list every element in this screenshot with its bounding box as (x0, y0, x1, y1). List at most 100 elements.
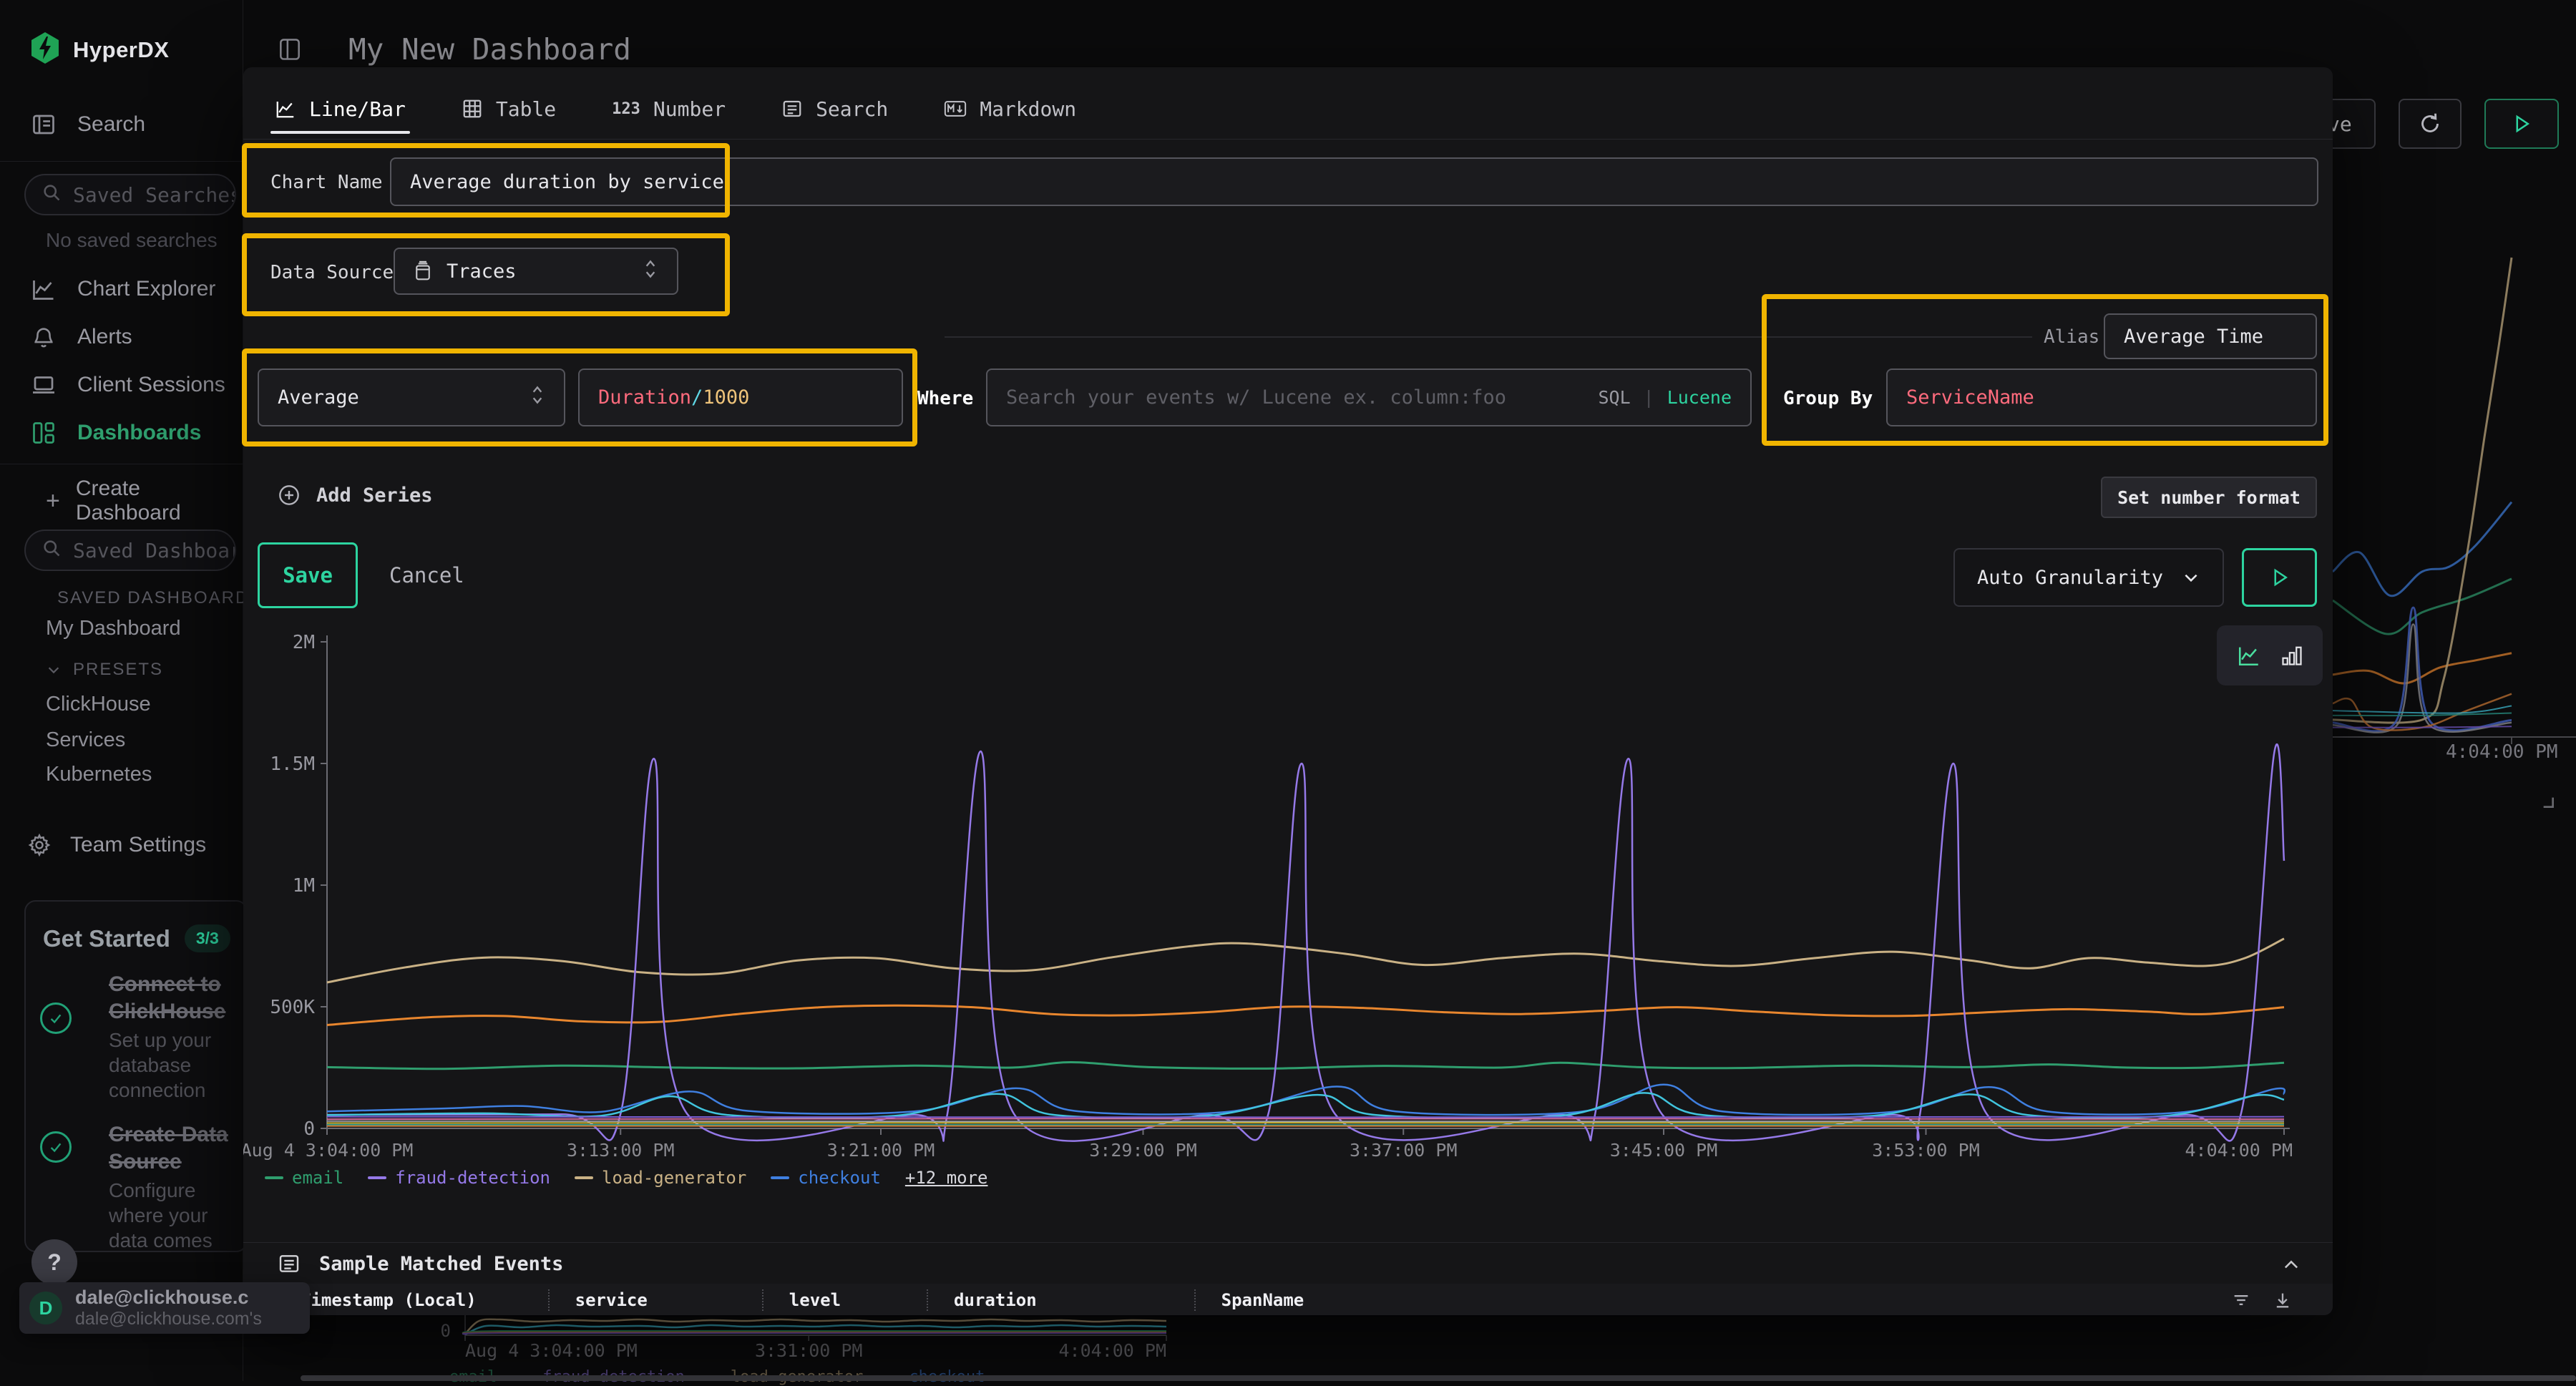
refresh-icon (2417, 111, 2443, 137)
add-series-label: Add Series (316, 484, 433, 507)
save-button[interactable]: Save (258, 542, 358, 608)
svg-text:3:13:00 PM: 3:13:00 PM (567, 1140, 675, 1161)
svg-text:1.5M: 1.5M (270, 753, 315, 775)
events-table-header: Timestamp (Local) service level duration… (243, 1284, 2333, 1315)
sidebar-item-search[interactable]: Search (30, 111, 145, 138)
column-header-spanname[interactable]: SpanName (1194, 1289, 1347, 1311)
chart-name-value: Average duration by service (410, 171, 724, 193)
user-menu[interactable]: D dale@clickhouse.c dale@clickhouse.com'… (19, 1282, 310, 1334)
gear-icon (26, 831, 53, 859)
saved-dashboards-input[interactable]: Saved Dashboards (24, 529, 236, 571)
legend-label: load-generator (602, 1168, 746, 1188)
sidebar-collapse-icon[interactable] (276, 36, 303, 67)
preview-run-button[interactable] (2242, 548, 2317, 607)
background-right-chart (2333, 243, 2576, 773)
chart-explorer-icon (30, 275, 57, 303)
set-number-format-button[interactable]: Set number format (2101, 477, 2317, 518)
field-expression-input[interactable]: Duration/1000 (578, 369, 903, 426)
no-saved-searches-note: No saved searches (46, 229, 218, 252)
add-series-button[interactable]: Add Series (278, 484, 433, 507)
group-by-input[interactable]: ServiceName (1886, 369, 2317, 426)
lucene-mode-toggle[interactable]: Lucene (1667, 387, 1732, 408)
where-search-input[interactable]: Search your events w/ Lucene ex. column:… (986, 369, 1752, 426)
sample-events-header[interactable]: Sample Matched Events (278, 1252, 563, 1275)
create-dashboard-button[interactable]: + Create Dashboard (46, 477, 243, 525)
get-started-badge: 3/3 (185, 924, 230, 952)
section-label: PRESETS (73, 660, 163, 680)
saved-searches-input[interactable]: Saved Searches (24, 174, 236, 215)
sidebar-item-team-settings[interactable]: Team Settings (26, 831, 206, 859)
alias-label: Alias (2044, 326, 2099, 348)
magnifier-icon (42, 182, 62, 208)
where-placeholder: Search your events w/ Lucene ex. column:… (1006, 386, 1506, 409)
sidebar-item-clickhouse[interactable]: ClickHouse (46, 693, 151, 716)
sidebar-item-label: Dashboards (77, 421, 201, 445)
help-button[interactable]: ? (31, 1239, 77, 1285)
tab-number[interactable]: 123 Number (612, 97, 726, 121)
tab-line-bar[interactable]: Line/Bar (275, 97, 406, 121)
sidebar-item-dashboards[interactable]: Dashboards (30, 419, 201, 446)
timeseries-chart[interactable]: 0500K1M1.5M2MAug 4 3:04:00 PM3:13:00 PM3… (286, 630, 2290, 1173)
filter-icon[interactable] (2231, 1290, 2251, 1310)
column-header-duration[interactable]: duration (927, 1289, 1194, 1311)
get-started-step[interactable]: Connect to ClickHouse Set up your databa… (40, 971, 248, 1103)
saved-dashboards-section[interactable]: SAVED DASHBOARDS (46, 588, 243, 608)
step-title: Connect to ClickHouse (109, 971, 248, 1025)
sidebar-item-alerts[interactable]: Alerts (30, 323, 132, 351)
data-source-label: Data Source (270, 262, 394, 283)
sidebar-item-kubernetes[interactable]: Kubernetes (46, 763, 152, 786)
svg-text:4:04:00 PM: 4:04:00 PM (1058, 1340, 1166, 1361)
sidebar-item-chart-explorer[interactable]: Chart Explorer (30, 275, 215, 303)
tab-search[interactable]: Search (781, 97, 888, 121)
download-icon[interactable] (2273, 1290, 2293, 1310)
legend-more-link[interactable]: +12 more (905, 1168, 988, 1188)
tab-markdown[interactable]: Markdown (944, 97, 1076, 121)
run-query-button[interactable] (2484, 99, 2559, 149)
legend-label: checkout (798, 1168, 881, 1188)
number-123-icon: 123 (612, 100, 640, 118)
chevron-down-icon (46, 662, 62, 678)
alias-input[interactable]: Average Time (2104, 313, 2317, 359)
granularity-select[interactable]: Auto Granularity (1953, 548, 2224, 607)
svg-text:3:29:00 PM: 3:29:00 PM (1089, 1140, 1197, 1161)
sidebar: HyperDX Search Saved Searches No saved s… (0, 0, 243, 1381)
column-header-service[interactable]: service (548, 1289, 762, 1311)
legend-item[interactable]: load-generator (575, 1168, 746, 1188)
refresh-button[interactable] (2399, 99, 2462, 149)
select-chevrons-icon (530, 384, 545, 411)
saved-dashboards-placeholder: Saved Dashboards (73, 539, 236, 562)
divider (243, 139, 2333, 140)
sidebar-item-my-dashboard[interactable]: My Dashboard (46, 617, 181, 640)
tab-table[interactable]: Table (462, 97, 556, 121)
svg-text:4:04:00 PM: 4:04:00 PM (2185, 1140, 2293, 1161)
chart-name-input[interactable]: Average duration by service (390, 157, 2318, 206)
plus-circle-icon (278, 484, 301, 507)
sql-mode-toggle[interactable]: SQL (1598, 387, 1630, 408)
granularity-value: Auto Granularity (1977, 567, 2163, 589)
select-chevrons-icon (643, 258, 658, 286)
svg-text:3:45:00 PM: 3:45:00 PM (1610, 1140, 1718, 1161)
legend-swatch (265, 1176, 283, 1179)
play-icon (2511, 113, 2532, 135)
markdown-icon (944, 98, 967, 119)
aggregation-select[interactable]: Average (258, 369, 565, 426)
get-started-step[interactable]: Create Data Source Configure where your … (40, 1121, 248, 1252)
data-source-select[interactable]: Traces (394, 248, 678, 295)
collapse-chevron-icon[interactable] (2281, 1255, 2301, 1279)
where-label: Where (917, 388, 973, 409)
legend-item[interactable]: email (265, 1168, 343, 1188)
column-header-level[interactable]: level (762, 1289, 927, 1311)
chart-name-label: Chart Name (270, 172, 383, 193)
presets-section[interactable]: PRESETS (46, 660, 243, 680)
legend-item[interactable]: fraud-detection (368, 1168, 550, 1188)
sidebar-item-services[interactable]: Services (46, 728, 125, 752)
sidebar-item-client-sessions[interactable]: Client Sessions (30, 371, 225, 399)
search-page-icon (30, 111, 57, 138)
resize-handle-icon[interactable] (2537, 791, 2556, 814)
step-desc: Configure where your data comes from (109, 1178, 248, 1252)
group-by-value: ServiceName (1906, 386, 2034, 409)
horizontal-scrollbar[interactable] (301, 1375, 2576, 1381)
cancel-button[interactable]: Cancel (389, 542, 464, 608)
legend-item[interactable]: checkout (771, 1168, 881, 1188)
get-started-card: Get Started 3/3 Connect to ClickHouse Se… (24, 900, 248, 1252)
